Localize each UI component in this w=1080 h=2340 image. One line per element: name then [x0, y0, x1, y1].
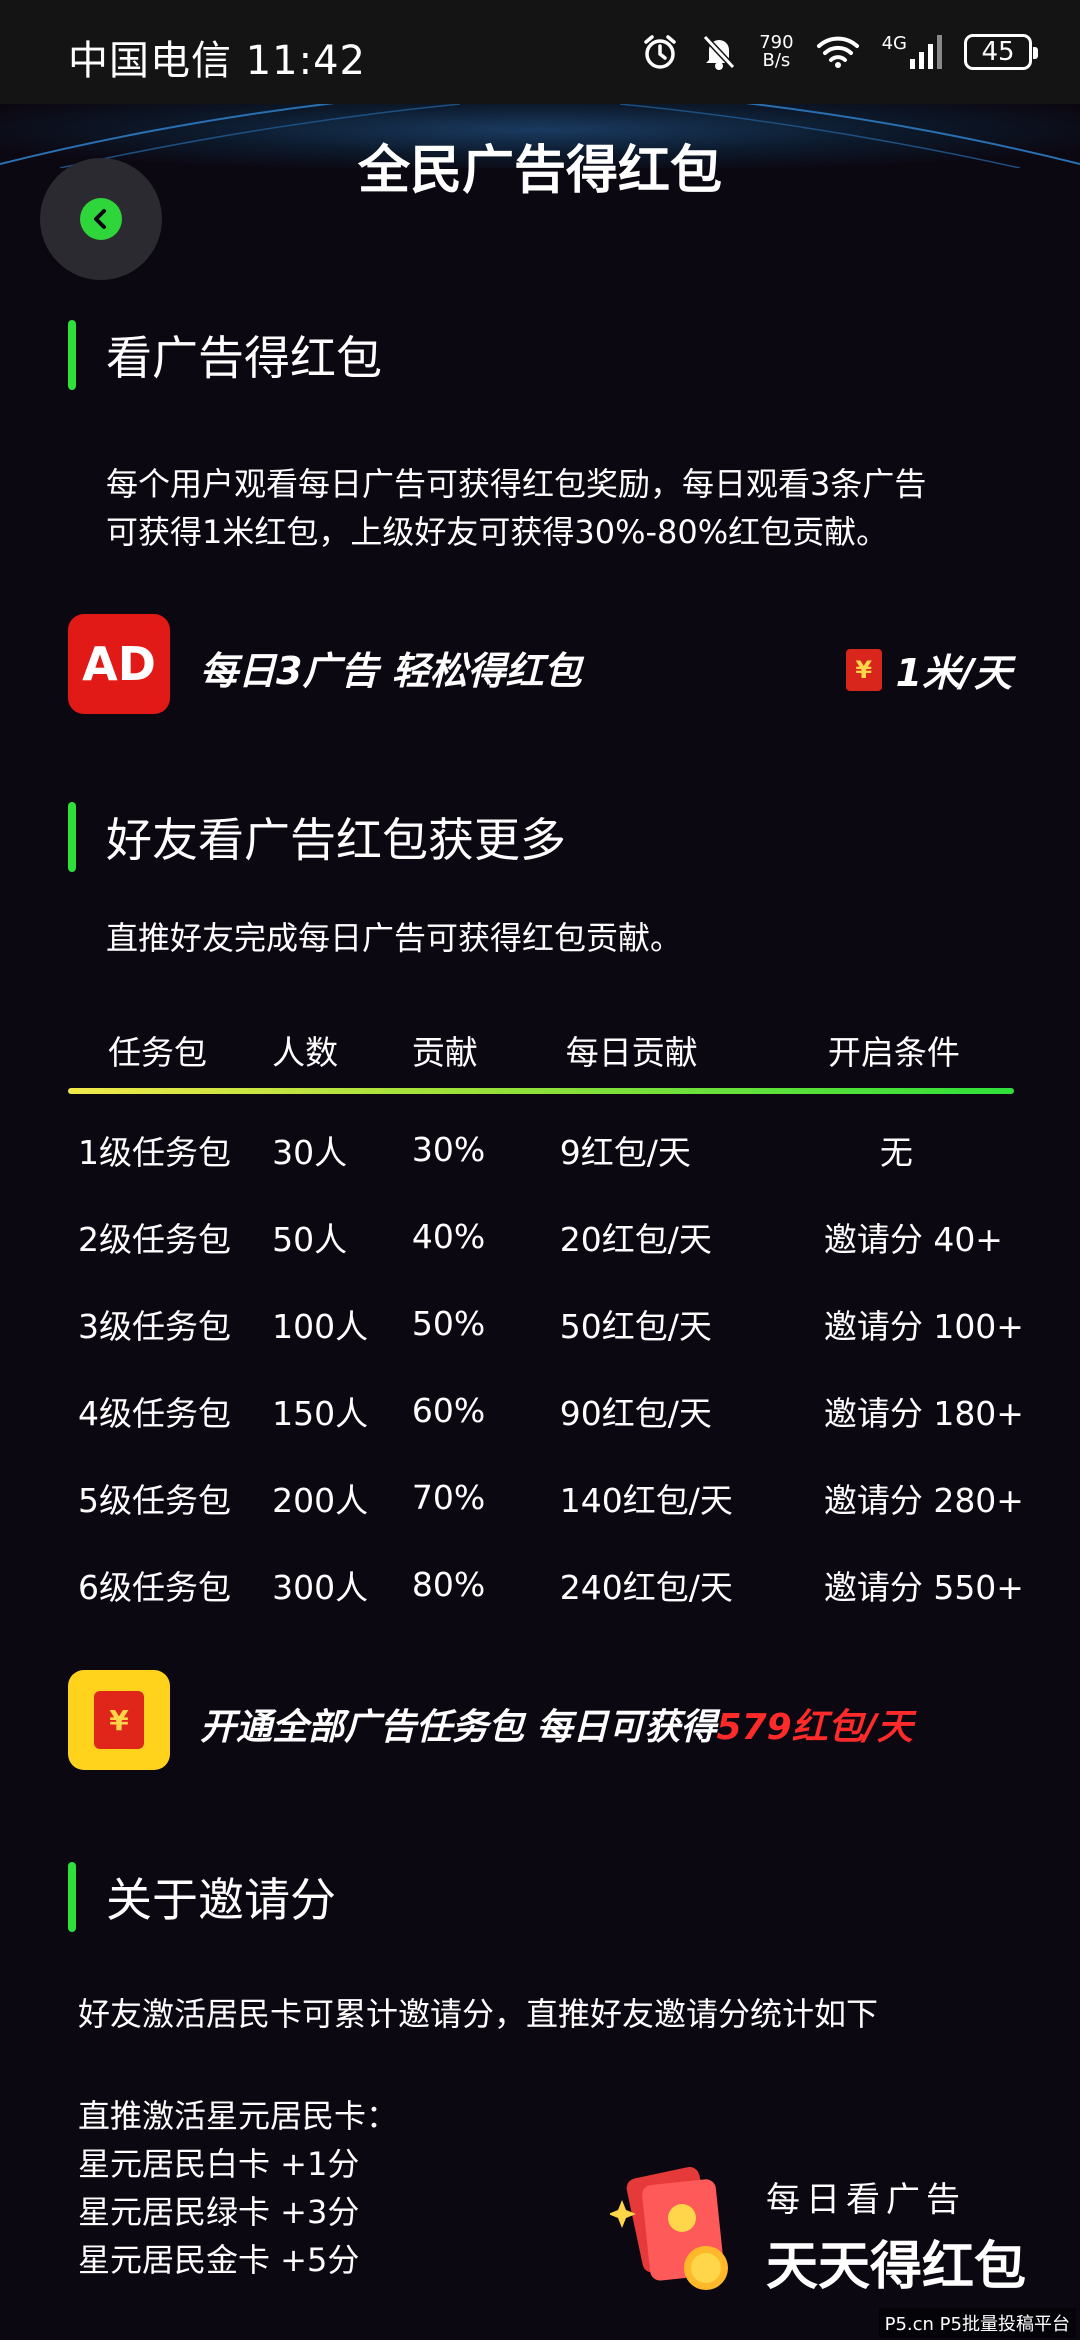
- list-item: 星元居民金卡 +5分: [78, 2241, 360, 2279]
- invite-score-description: 好友激活居民卡可累计邀请分，直推好友邀请分统计如下: [78, 1995, 879, 2033]
- section-friend-reward-header: 好友看广告红包获更多: [68, 802, 566, 872]
- description-line: 可获得1米红包，上级好友可获得30%-80%红包贡献。: [106, 513, 889, 551]
- table-cell: 1级任务包: [78, 1132, 231, 1172]
- network-type: 4G: [881, 33, 907, 54]
- description-line: 每个用户观看每日广告可获得红包奖励，每日观看3条广告: [106, 465, 927, 503]
- wifi-icon: [816, 36, 859, 68]
- promo-banner: 每日看广告 天天得红包: [610, 2160, 1050, 2300]
- red-envelope-icon: ¥: [94, 1691, 144, 1749]
- table-cell: 邀请分 100+: [823, 1306, 1024, 1346]
- table-cell: 70%: [411, 1478, 486, 1517]
- section-accent-bar: [68, 802, 76, 872]
- list-title: 直推激活星元居民卡：: [78, 2097, 399, 2135]
- friend-reward-description: 直推好友完成每日广告可获得红包贡献。: [106, 919, 683, 957]
- table-cell: 40%: [411, 1217, 486, 1256]
- carrier-label: 中国电信: [68, 38, 232, 84]
- unlock-all-row[interactable]: ¥ 开通全部广告任务包 每日可获得579红包/天: [68, 1670, 1012, 1770]
- table-cell: 50人: [272, 1219, 348, 1259]
- table-row: 2级任务包 50人 40% 20红包/天 邀请分 40+: [68, 1193, 1024, 1280]
- section-title: 看广告得红包: [106, 331, 382, 385]
- table-cell: 60%: [411, 1391, 486, 1430]
- status-bar: 中国电信 11:42 790 B/s 4G 45: [0, 0, 1080, 104]
- column-header: 贡献: [411, 1033, 478, 1072]
- table-cell: 50%: [411, 1304, 486, 1343]
- table-cell: 100人: [272, 1306, 369, 1346]
- table-cell: 140红包/天: [559, 1480, 733, 1520]
- section-accent-bar: [68, 1862, 76, 1932]
- table-row: 4级任务包 150人 60% 90红包/天 邀请分 180+: [68, 1367, 1024, 1454]
- table-cell: 邀请分 550+: [823, 1567, 1024, 1607]
- battery-level: 45: [981, 37, 1015, 67]
- section-accent-bar: [68, 320, 76, 390]
- table-cell: 30%: [411, 1130, 486, 1169]
- promo-line1: 每日看广告: [766, 2180, 966, 2220]
- watermark: P5.cn P5批量投稿平台: [878, 2308, 1076, 2338]
- net-speed: 790 B/s: [759, 34, 793, 70]
- table-row: 6级任务包 300人 80% 240红包/天 邀请分 550+: [68, 1541, 1024, 1628]
- table-cell: 邀请分 280+: [823, 1480, 1024, 1520]
- ad-reward-description: 每个用户观看每日广告可获得红包奖励，每日观看3条广告 可获得1米红包，上级好友可…: [106, 460, 926, 556]
- net-speed-unit: B/s: [762, 50, 791, 71]
- column-header: 每日贡献: [565, 1033, 698, 1072]
- table-row: 1级任务包 30人 30% 9红包/天 无: [68, 1106, 1024, 1193]
- back-button[interactable]: [40, 158, 162, 280]
- table-cell: 80%: [411, 1565, 486, 1604]
- task-package-table: 任务包 人数 贡献 每日贡献 开启条件 1级任务包 30人 30% 9红包/天 无 2级任…: [68, 1010, 1024, 1628]
- table-cell: 150人: [272, 1393, 369, 1433]
- table-row: 3级任务包 100人 50% 50红包/天 邀请分 100+: [68, 1280, 1024, 1367]
- table-cell: 50红包/天: [559, 1306, 712, 1346]
- table-cell: 邀请分 40+: [823, 1219, 1003, 1259]
- back-button-dot: [80, 198, 122, 240]
- table-cell: 无: [879, 1132, 913, 1172]
- unlock-badge: ¥: [68, 1670, 170, 1770]
- ad-task-text: 每日3广告 轻松得红包: [200, 649, 582, 693]
- ad-task-row[interactable]: AD 每日3广告 轻松得红包 ¥ 1米/天: [68, 614, 1012, 714]
- signal-icon: [910, 35, 942, 69]
- battery-icon: 45: [964, 34, 1038, 70]
- unlock-text: 开通全部广告任务包 每日可获得579红包/天: [200, 1698, 913, 1750]
- table-divider: [68, 1088, 1014, 1094]
- ad-badge-icon: AD: [68, 614, 170, 714]
- table-cell: 3级任务包: [78, 1306, 231, 1346]
- column-header: 人数: [272, 1033, 339, 1072]
- chevron-left-icon: [94, 209, 106, 229]
- table-cell: 2级任务包: [78, 1219, 231, 1259]
- clock: 11:42: [245, 38, 366, 84]
- list-item: 星元居民绿卡 +3分: [78, 2193, 360, 2231]
- unlock-highlight: 579红包/天: [716, 1707, 913, 1748]
- section-title: 好友看广告红包获更多: [106, 813, 566, 867]
- promo-line2: 天天得红包: [766, 2237, 1027, 2297]
- carrier-time: 中国电信 11:42: [68, 28, 366, 86]
- table-row: 5级任务包 200人 70% 140红包/天 邀请分 280+: [68, 1454, 1024, 1541]
- status-icons: 790 B/s 4G 45: [641, 28, 1038, 76]
- column-header: 开启条件: [827, 1033, 960, 1072]
- page-title: 全民广告得红包: [357, 141, 722, 201]
- table-cell: 300人: [272, 1567, 369, 1607]
- table-cell: 30人: [272, 1132, 348, 1172]
- table-cell: 5级任务包: [78, 1480, 231, 1520]
- table-cell: 6级任务包: [78, 1567, 231, 1607]
- red-envelope-icon: ¥: [845, 648, 882, 691]
- mute-icon: [703, 34, 736, 70]
- table-cell: 9红包/天: [559, 1132, 691, 1172]
- ad-rate-text: 1米/天: [895, 651, 1012, 695]
- table-cell: 20红包/天: [559, 1219, 712, 1259]
- section-ad-reward-header: 看广告得红包: [68, 320, 382, 390]
- table-header-row: 任务包 人数 贡献 每日贡献 开启条件: [68, 1010, 1024, 1090]
- alarm-icon: [644, 35, 676, 69]
- table-cell: 240红包/天: [559, 1567, 733, 1607]
- list-item: 星元居民白卡 +1分: [78, 2145, 360, 2183]
- table-cell: 90红包/天: [559, 1393, 712, 1433]
- unlock-label: 开通全部广告任务包 每日可获得: [200, 1707, 717, 1748]
- signal-group: 4G: [882, 35, 942, 69]
- invite-score-list: 直推激活星元居民卡： 星元居民白卡 +1分 星元居民绿卡 +3分 星元居民金卡 …: [78, 2092, 398, 2284]
- ad-rate: ¥ 1米/天: [845, 642, 1012, 697]
- section-title: 关于邀请分: [106, 1873, 336, 1927]
- table-cell: 200人: [272, 1480, 369, 1520]
- table-cell: 邀请分 180+: [823, 1393, 1024, 1433]
- table-cell: 4级任务包: [78, 1393, 231, 1433]
- red-envelope-coin-icon: [610, 2167, 728, 2290]
- section-invite-score-header: 关于邀请分: [68, 1862, 336, 1932]
- column-header: 任务包: [108, 1033, 207, 1072]
